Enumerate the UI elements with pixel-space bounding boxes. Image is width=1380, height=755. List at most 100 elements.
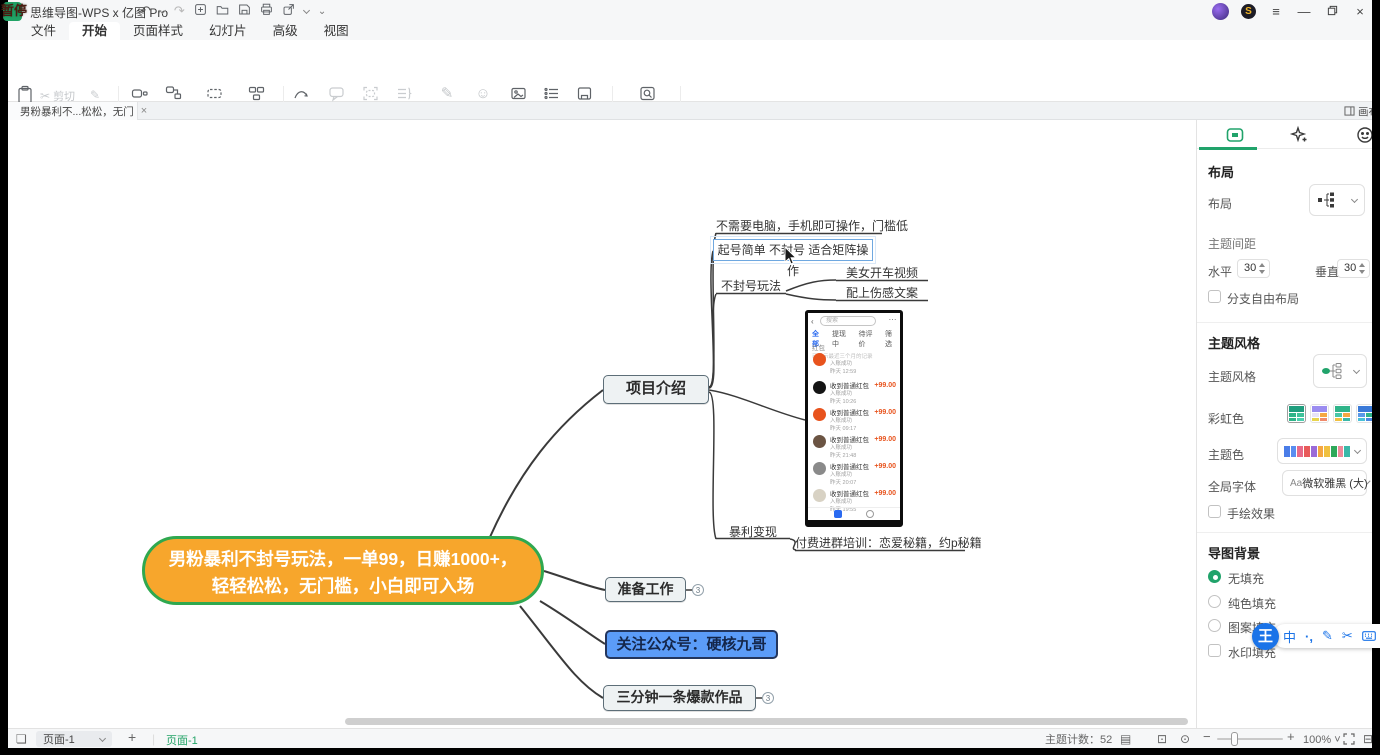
rainbow-swatch-2[interactable] (1310, 404, 1329, 423)
document-tab[interactable]: 男粉暴利不...松松，无门 × (8, 102, 138, 120)
zoom-level-dropdown[interactable]: 100% ˅ (1303, 733, 1341, 747)
horizontal-scrollbar[interactable] (345, 718, 1188, 725)
vertical-spacing-stepper[interactable]: 30 (1337, 259, 1370, 278)
recorder-pause-overlay[interactable]: 暂停 (1, 0, 27, 19)
focus-center-icon[interactable]: ⊙ (1180, 732, 1190, 746)
menu-tab-view[interactable]: 视图 (311, 22, 362, 40)
theme-color-dropdown[interactable] (1277, 438, 1367, 464)
global-font-dropdown[interactable]: Aa 微软雅黑 (大) (1282, 470, 1367, 496)
ime-cut-icon[interactable]: ✂ (1342, 628, 1353, 644)
print-icon[interactable] (260, 3, 273, 19)
quick-access-toolbar: ↶ ↷ ⌄ (140, 3, 326, 19)
fill-pattern-radio[interactable] (1208, 619, 1221, 632)
map-background-header: 导图背景 (1208, 543, 1260, 562)
undo-caret-icon[interactable] (159, 7, 166, 14)
collapse-bar-icon[interactable]: ⊟ (1363, 732, 1372, 746)
style-panel-tab[interactable] (1225, 125, 1245, 145)
titlebar: 思维导图-WPS x 亿图 Pro ↶ ↷ ⌄ S ≡ — × (8, 0, 1372, 22)
phone-screenshot-node[interactable]: ‹ 搜索 ⋯ 全部 提现中 待评价 筛选 红包 已显示最近三个月的记录 入账成功… (805, 310, 903, 527)
rainbow-swatch-1[interactable] (1287, 404, 1306, 423)
emoji-panel-tab[interactable] (1355, 125, 1372, 145)
central-topic[interactable]: 男粉暴利不封号玩法，一单99，日赚1000+， 轻轻松松，无门槛，小白即可入场 (142, 536, 544, 605)
new-file-icon[interactable] (194, 3, 207, 19)
fill-none-radio[interactable] (1208, 570, 1221, 583)
open-file-icon[interactable] (216, 3, 229, 19)
zoom-out-button[interactable]: − (1203, 730, 1211, 744)
minimize-button[interactable]: — (1296, 4, 1312, 19)
menu-tab-advanced[interactable]: 高级 (260, 22, 311, 40)
user-avatar[interactable] (1212, 3, 1229, 20)
theme-style-dropdown[interactable] (1313, 354, 1367, 388)
horizontal-spacing-stepper[interactable]: 30 (1237, 259, 1270, 278)
close-button[interactable]: × (1352, 4, 1368, 19)
fill-solid-radio[interactable] (1208, 595, 1221, 608)
topic-viral-works[interactable]: 三分钟一条爆款作品 (603, 685, 756, 711)
menu-tab-slides[interactable]: 幻灯片 (196, 22, 260, 40)
topic-sad-copywriting[interactable]: 配上伤感文案 (836, 284, 928, 301)
ime-handwriting-icon[interactable]: ✎ (1322, 628, 1333, 644)
free-layout-label: 分支自由布局 (1227, 290, 1299, 307)
menu-icon[interactable]: ≡ (1268, 4, 1284, 19)
fit-window-icon[interactable]: ⊡ (1157, 732, 1167, 746)
add-page-button[interactable]: + (128, 730, 136, 744)
topic-project-intro[interactable]: 项目介绍 (603, 375, 709, 404)
menu-tab-page-style[interactable]: 页面样式 (120, 22, 196, 40)
phone-bottom-nav (808, 507, 900, 519)
menu-tab-home[interactable]: 开始 (69, 22, 120, 40)
menu-tab-file[interactable]: 文件 (18, 22, 69, 40)
topic-preparation[interactable]: 准备工作 (605, 577, 686, 602)
format-painter-icon[interactable]: ✎ (90, 88, 100, 102)
stepper-up-icon[interactable] (1259, 263, 1265, 267)
transaction-row: 收到普通红包 入账成功 昨天 09:17 +99.00 (808, 406, 900, 433)
transaction-row-partial: 入账成功 昨天 12:59 (808, 359, 900, 377)
theme-style-header: 主题风格 (1208, 333, 1260, 352)
free-layout-checkbox[interactable] (1208, 290, 1221, 303)
tab-close-icon[interactable]: × (141, 105, 147, 117)
share-icon[interactable] (282, 3, 295, 19)
fullscreen-icon[interactable] (1343, 733, 1355, 748)
stepper-down-icon[interactable] (1259, 270, 1265, 274)
page-panel-icon[interactable]: ❏ (16, 732, 27, 746)
ime-keyboard-icon[interactable] (1362, 629, 1376, 644)
page-tab-active[interactable]: 页面-1 (166, 732, 198, 748)
topic-no-computer[interactable]: 不需要电脑，手机即可操作，门槛低 (716, 217, 882, 234)
stepper-up-icon[interactable] (1359, 263, 1365, 267)
theme-color-strip (1284, 446, 1350, 457)
topic-no-ban-method[interactable]: 不封号玩法 (716, 277, 786, 294)
collapsed-count-badge[interactable]: 3 (762, 692, 774, 704)
ime-punctuation-icon[interactable]: ·, (1305, 629, 1313, 644)
global-font-label: 全局字体 (1208, 478, 1256, 495)
dropdown-caret-icon (1353, 367, 1360, 374)
zoom-slider[interactable] (1217, 738, 1283, 740)
ai-sparkle-tab[interactable] (1289, 125, 1309, 145)
ime-mode-chinese[interactable]: 中 (1283, 627, 1296, 646)
redo-icon[interactable]: ↷ (174, 3, 185, 19)
stepper-down-icon[interactable] (1359, 270, 1365, 274)
topic-follow-account[interactable]: 关注公众号：硬核九哥 (605, 630, 778, 659)
font-aa-icon: Aa (1290, 478, 1302, 489)
save-icon[interactable] (238, 3, 251, 19)
member-badge[interactable]: S (1241, 4, 1256, 19)
mindmap-canvas[interactable]: 男粉暴利不封号玩法，一单99，日赚1000+， 轻轻松松，无门槛，小白即可入场 … (8, 120, 1196, 728)
rainbow-swatch-3[interactable] (1333, 404, 1352, 423)
zoom-slider-thumb[interactable] (1231, 732, 1238, 746)
ime-badge[interactable]: 王 (1252, 623, 1279, 650)
bill-tab-icon (834, 510, 842, 518)
share-caret-icon[interactable] (303, 7, 310, 14)
layout-dropdown[interactable] (1309, 184, 1365, 216)
topic-monetization[interactable]: 暴利变现 (716, 523, 790, 540)
toolbar-more-icon[interactable]: ⌄ (318, 6, 326, 17)
rainbow-swatch-4[interactable] (1356, 404, 1372, 423)
page-select-dropdown[interactable]: 页面-1 (36, 731, 112, 747)
canvas-panel-toggle[interactable]: 画布 (1344, 102, 1372, 120)
outline-view-icon[interactable]: ▤ (1120, 732, 1131, 746)
collapsed-count-badge[interactable]: 3 (692, 584, 704, 596)
maximize-button[interactable] (1324, 4, 1340, 19)
hand-drawn-checkbox[interactable] (1208, 505, 1221, 518)
topic-beauty-video[interactable]: 美女开车视频 (836, 264, 928, 281)
undo-icon[interactable]: ↶ (140, 3, 151, 19)
layout-section-header: 布局 (1208, 162, 1234, 181)
topic-paid-group[interactable]: 付费进群培训：恋爱秘籍，约p秘籍 (795, 534, 965, 551)
zoom-in-button[interactable]: + (1287, 730, 1295, 744)
fill-watermark-checkbox[interactable] (1208, 644, 1221, 657)
